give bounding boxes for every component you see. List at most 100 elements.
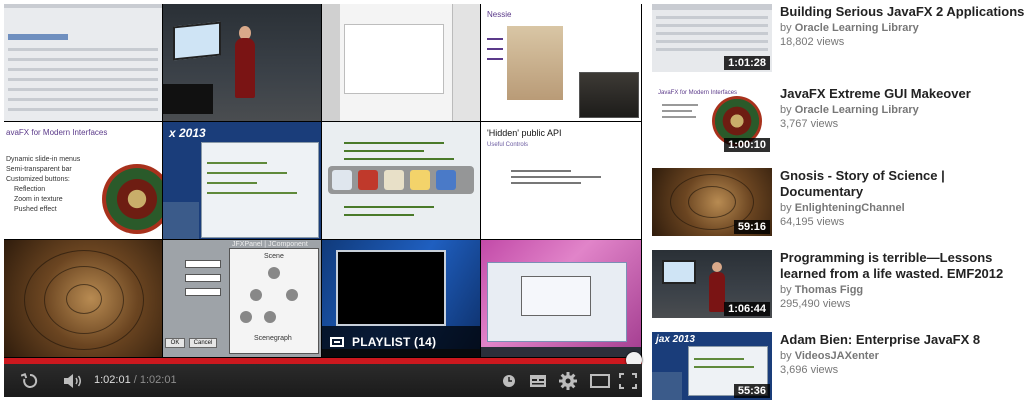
jfxpanel-diagram: JFXPanel | JComponent Scene Scenegraph [229,241,319,354]
dock-app-icon [384,170,404,190]
thumbnail-tile-7 [322,122,481,240]
code-line [511,182,581,184]
selection-bar [8,34,68,40]
playlist-button[interactable]: PLAYLIST (14) [322,326,480,357]
app-canvas [344,24,444,94]
playlist-label: PLAYLIST (14) [352,335,437,349]
video-thumbnail[interactable]: JavaFX for Modern Interfaces 1:00:10 [652,86,772,154]
windows-taskbar [481,347,641,357]
table-row [8,88,158,91]
slide-line: Pushed effect [14,206,57,213]
code-line [207,162,267,164]
video-frame-mosaic[interactable]: Nessie avaFX for Modern Interfaces Dynam… [4,4,642,358]
code-line [344,158,454,160]
slide-bullet [487,58,503,60]
code-line [511,176,601,178]
player-controls: 1:02:01 / 1:02:01 [4,364,642,397]
video-thumbnail[interactable]: 1:01:28 [652,4,772,72]
replay-icon [21,372,38,388]
table-row [8,58,158,61]
channel-line: by Thomas Figg [780,284,864,296]
thumbnail-tile-4: Nessie [481,4,642,122]
building-photo [163,202,199,239]
code-line [344,206,434,208]
slide-line: Customized buttons: [6,176,70,183]
slide-line: Dynamic slide-in menus [6,156,81,163]
video-thumbnail[interactable]: 59:16 [652,168,772,236]
view-count: 3,696 views [780,364,839,376]
thumbnail-tile-6: x 2013 [163,122,322,240]
theater-icon [590,373,610,388]
video-player[interactable]: Nessie avaFX for Modern Interfaces Dynam… [4,4,642,397]
video-thumbnail[interactable]: jax 2013 55:36 [652,332,772,400]
channel-name[interactable]: Oracle Learning Library [795,22,919,34]
theater-mode-button[interactable] [586,364,614,397]
slide-title: avaFX for Modern Interfaces [6,128,108,137]
volume-button[interactable] [60,364,86,397]
diagram-label: Scenegraph [254,335,292,342]
tree-node [286,289,298,301]
thumbnail-tile-3 [322,4,481,122]
current-time: 1:02:01 [94,374,131,386]
dock-app-icon [358,170,378,190]
table-row [8,98,158,101]
replay-button[interactable] [18,364,42,397]
code-line [344,142,444,144]
tree-node [268,267,280,279]
roulette-wheel-image [102,164,162,234]
watch-later-button[interactable] [498,364,520,397]
channel-name[interactable]: VideosJAXenter [795,350,879,362]
video-title[interactable]: Programming is terrible—Lessons learned … [780,250,1026,282]
duration-badge: 55:36 [733,384,770,398]
speaker [235,38,255,98]
table-row [8,108,158,111]
code-line [344,150,424,152]
app-properties-panel [452,4,480,121]
cat-photo [507,26,563,100]
total-duration: 1:02:01 [139,374,177,386]
channel-line: by Oracle Learning Library [780,104,919,116]
projector-screen [173,21,221,61]
channel-name[interactable]: Thomas Figg [795,284,863,296]
thumbnail-tile-12 [481,240,642,358]
fullscreen-icon [619,372,637,389]
dock-app-icon [410,170,430,190]
code-line [511,170,571,172]
volume-icon [64,373,81,388]
video-title[interactable]: Gnosis - Story of Science | Documentary [780,168,1026,200]
channel-line: by EnlighteningChannel [780,202,905,214]
video-thumbnail[interactable]: 1:06:44 [652,250,772,318]
related-video-item[interactable]: 1:01:28 Building Serious JavaFX 2 Applic… [652,4,1024,74]
slide-title: 'Hidden' public API [487,128,562,138]
thumbnail-tile-11: PLAYLIST (14) [322,240,481,358]
video-title[interactable]: Building Serious JavaFX 2 Applications [780,4,1026,20]
slide-line: Reflection [14,186,46,193]
duration-badge: 1:01:28 [724,56,770,70]
video-title[interactable]: JavaFX Extreme GUI Makeover [780,86,1026,102]
channel-name[interactable]: EnlighteningChannel [795,202,905,214]
dock-app-icon [436,170,456,190]
captions-button[interactable] [526,364,550,397]
related-video-item[interactable]: 59:16 Gnosis - Story of Science | Docume… [652,168,1022,238]
slide-subtitle: Useful Controls [487,142,529,148]
settings-button[interactable] [556,364,580,397]
watch-later-icon [503,374,515,387]
slide-bullet [487,48,503,50]
fullscreen-button[interactable] [616,364,640,397]
thumbnail-tile-10: JFXPanel | JComponent Scene Scenegraph O… [163,240,322,358]
related-video-item[interactable]: jax 2013 55:36 Adam Bien: Enterprise Jav… [652,332,1022,402]
engraved-ring [66,284,102,314]
related-video-item[interactable]: JavaFX for Modern Interfaces 1:00:10 Jav… [652,86,1022,156]
duration-badge: 59:16 [733,220,770,234]
related-video-item[interactable]: 1:06:44 Programming is terrible—Lessons … [652,250,1022,320]
code-line [207,182,257,184]
table-row [8,78,158,81]
tree-node [240,311,252,323]
diagram-label: Scene [264,253,284,260]
channel-line: by Oracle Learning Library [780,22,919,34]
channel-name[interactable]: Oracle Learning Library [795,104,919,116]
thumbnail-tile-9 [4,240,163,358]
ok-button-image: OK [165,338,185,348]
ide-window [201,142,319,238]
video-title[interactable]: Adam Bien: Enterprise JavaFX 8 [780,332,1026,348]
